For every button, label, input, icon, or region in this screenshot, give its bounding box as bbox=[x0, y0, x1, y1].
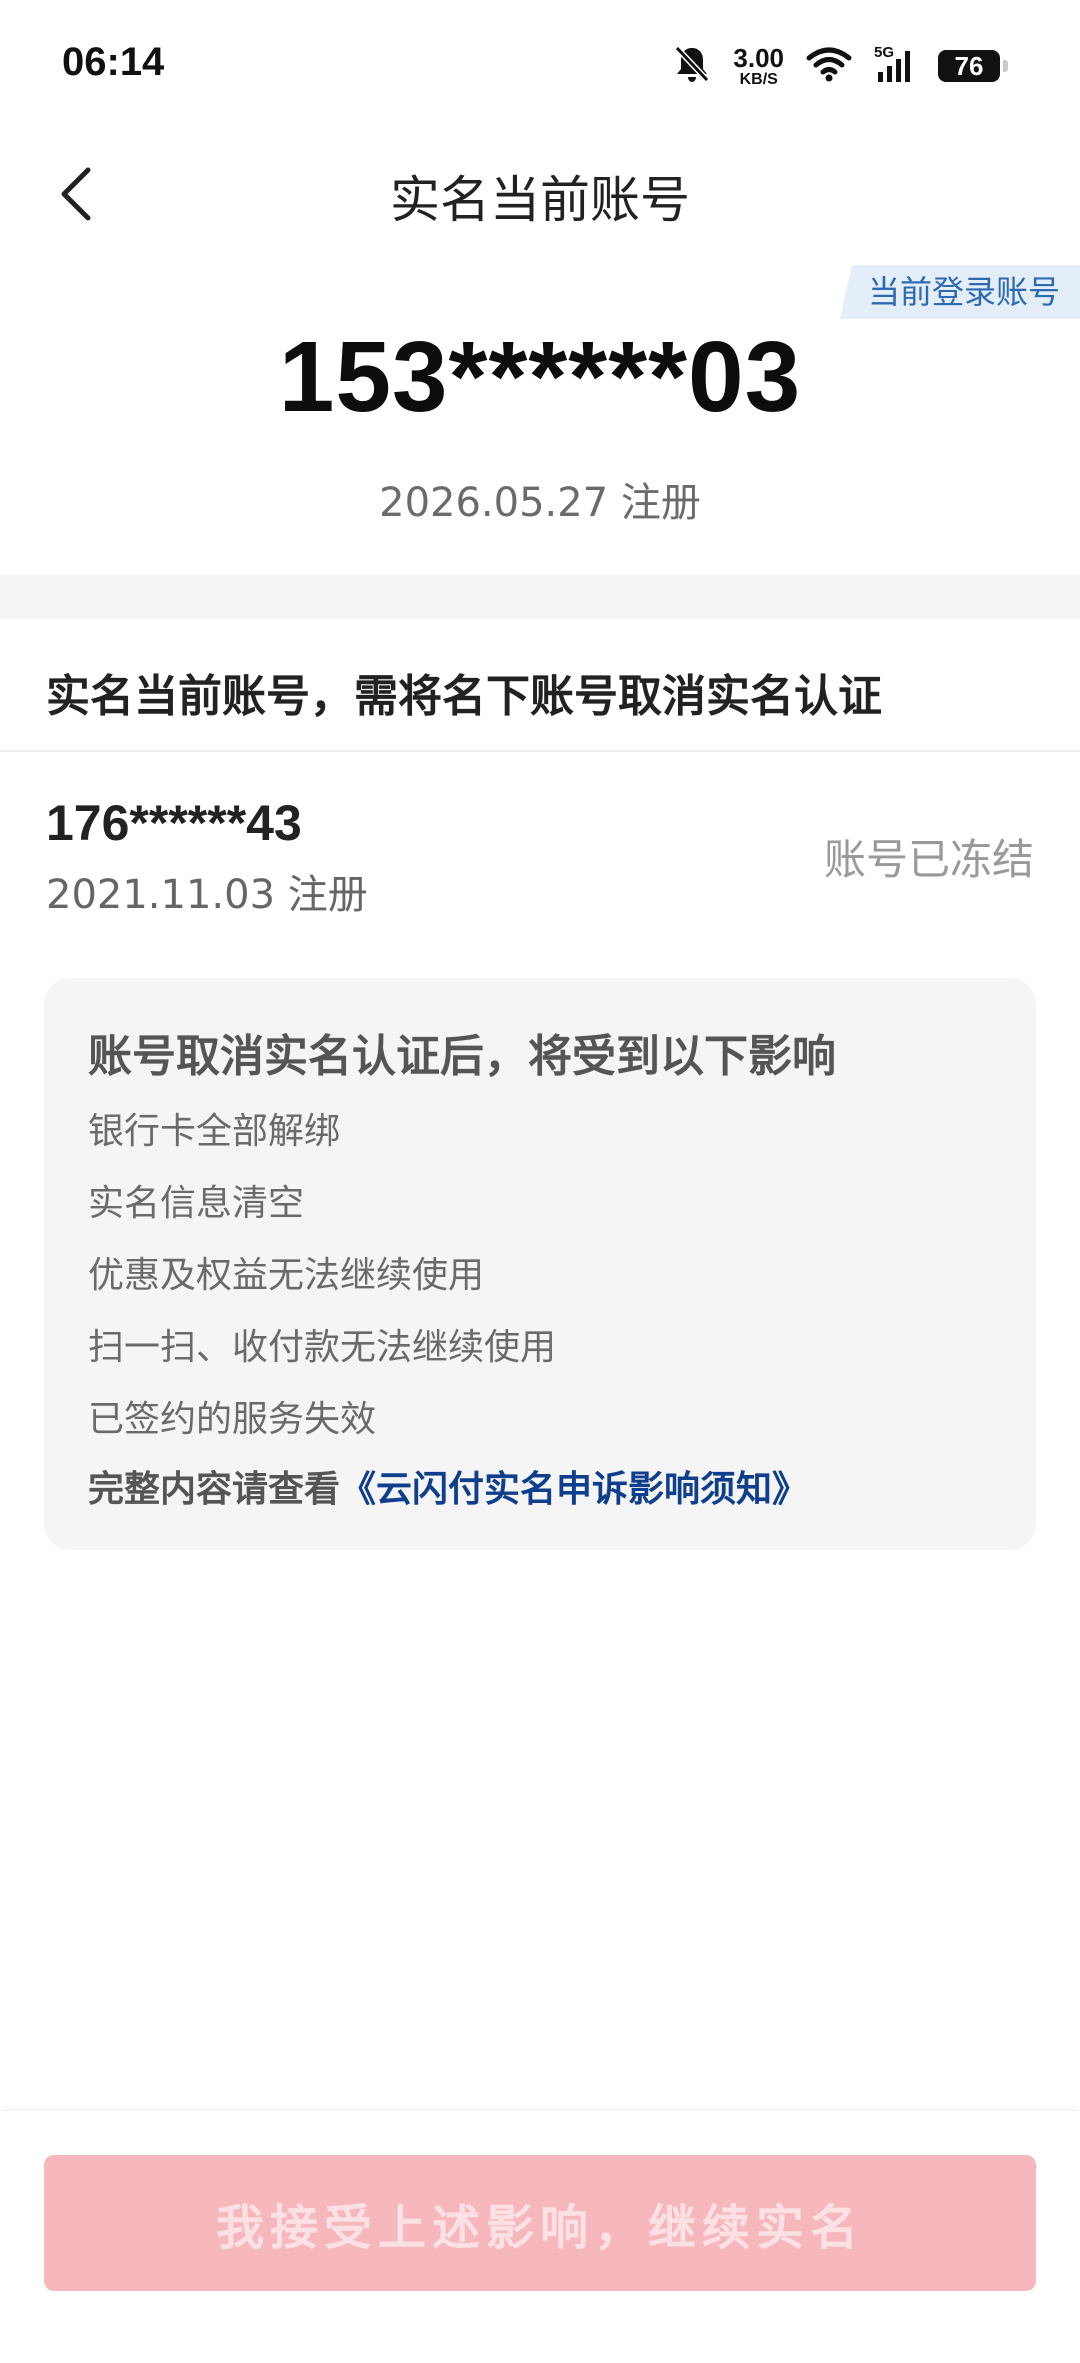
net-speed: 3.00 KB/S bbox=[733, 45, 784, 88]
net-speed-value: 3.00 bbox=[733, 42, 784, 73]
current-account-register-date: 2026.05.27 注册 bbox=[379, 480, 701, 526]
page-title: 实名当前账号 bbox=[390, 171, 690, 229]
current-login-tag: 当前登录账号 bbox=[839, 265, 1080, 319]
net-speed-unit: KB/S bbox=[739, 70, 778, 88]
signal-icon: 5G bbox=[874, 44, 916, 86]
current-account-number: 153******03 bbox=[278, 321, 802, 433]
impact-item: 实名信息清空 bbox=[88, 1183, 305, 1224]
other-account-number: 176******43 bbox=[46, 795, 302, 851]
impact-card: 账号取消实名认证后，将受到以下影响 银行卡全部解绑 实名信息清空 优惠及权益无法… bbox=[44, 978, 1036, 1550]
header: 实名当前账号 bbox=[0, 130, 1080, 260]
impact-item: 扫一扫、收付款无法继续使用 bbox=[88, 1327, 557, 1368]
impact-item: 已签约的服务失效 bbox=[88, 1399, 377, 1440]
battery-level: 76 bbox=[954, 50, 984, 81]
wifi-icon bbox=[806, 46, 852, 86]
status-icons: 3.00 KB/S 5G 76 bbox=[673, 40, 1008, 92]
impact-item: 银行卡全部解绑 bbox=[88, 1111, 341, 1152]
status-bar: 06:14 3.00 KB/S 5G 76 bbox=[0, 0, 1080, 130]
battery-icon: 76 bbox=[938, 50, 1008, 82]
account-status: 账号已冻结 bbox=[823, 835, 1034, 884]
bottom-bar: 我接受上述影响，继续实名 bbox=[0, 2110, 1080, 2363]
impact-notice-link[interactable]: 《云闪付实名申诉影响须知》 bbox=[340, 1469, 808, 1510]
impact-link-row: 完整内容请查看《云闪付实名申诉影响须知》 bbox=[88, 1460, 808, 1512]
impact-item: 优惠及权益无法继续使用 bbox=[88, 1255, 485, 1296]
other-account-register-date: 2021.11.03 注册 bbox=[46, 872, 368, 918]
accept-continue-button[interactable]: 我接受上述影响，继续实名 bbox=[44, 2155, 1036, 2291]
bell-off-icon bbox=[673, 44, 711, 88]
section-heading: 实名当前账号，需将名下账号取消实名认证 bbox=[46, 671, 882, 722]
section-divider bbox=[0, 575, 1080, 619]
impact-link-prefix: 完整内容请查看 bbox=[88, 1469, 341, 1510]
other-account-row: 176******43 2021.11.03 注册 账号已冻结 bbox=[0, 752, 1080, 942]
status-time: 06:14 bbox=[62, 40, 165, 84]
impact-title: 账号取消实名认证后，将受到以下影响 bbox=[88, 1031, 836, 1082]
